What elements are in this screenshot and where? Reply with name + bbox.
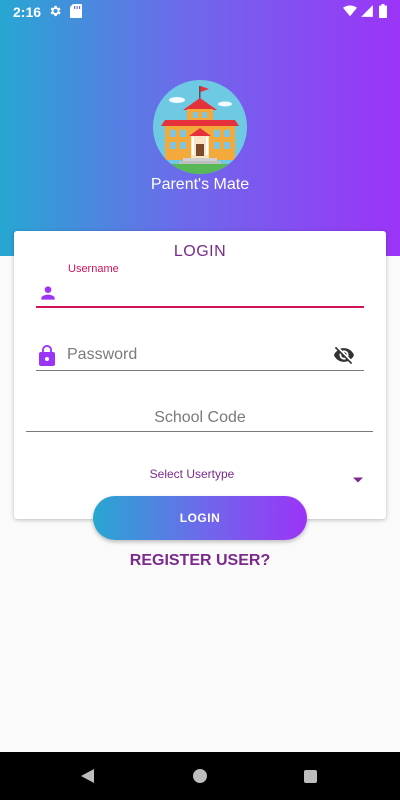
- lock-icon: [38, 344, 56, 371]
- gear-icon: [48, 4, 62, 21]
- status-time: 2:16: [13, 4, 42, 20]
- school-code-input[interactable]: [28, 406, 372, 430]
- school-building-icon: [153, 80, 247, 174]
- wifi-icon: [343, 4, 357, 21]
- username-input[interactable]: [66, 281, 356, 305]
- password-input[interactable]: [67, 343, 327, 367]
- recents-icon[interactable]: [304, 770, 317, 783]
- person-icon: [38, 283, 58, 308]
- app-name: Parent's Mate: [150, 176, 250, 193]
- home-icon[interactable]: [193, 769, 207, 783]
- visibility-off-icon[interactable]: [332, 344, 356, 371]
- register-user-link[interactable]: REGISTER USER?: [0, 552, 400, 570]
- signal-icon: [360, 4, 374, 21]
- status-bar: 2:16: [0, 0, 400, 24]
- login-title: LOGIN: [173, 243, 227, 260]
- back-icon[interactable]: [80, 768, 96, 789]
- dropdown-arrow-icon: [353, 470, 363, 488]
- login-card: LOGIN Username Select Usertype: [14, 231, 386, 519]
- password-underline: [36, 370, 364, 371]
- login-button[interactable]: LOGIN: [93, 496, 307, 540]
- school-code-underline: [26, 431, 373, 432]
- username-underline: [36, 306, 364, 308]
- navigation-bar: [0, 752, 400, 800]
- username-label: Username: [68, 263, 119, 275]
- usertype-dropdown[interactable]: Select Usertype: [28, 463, 372, 487]
- sd-card-icon: [70, 4, 82, 21]
- usertype-selected: Select Usertype: [149, 467, 235, 481]
- battery-icon: [379, 4, 387, 21]
